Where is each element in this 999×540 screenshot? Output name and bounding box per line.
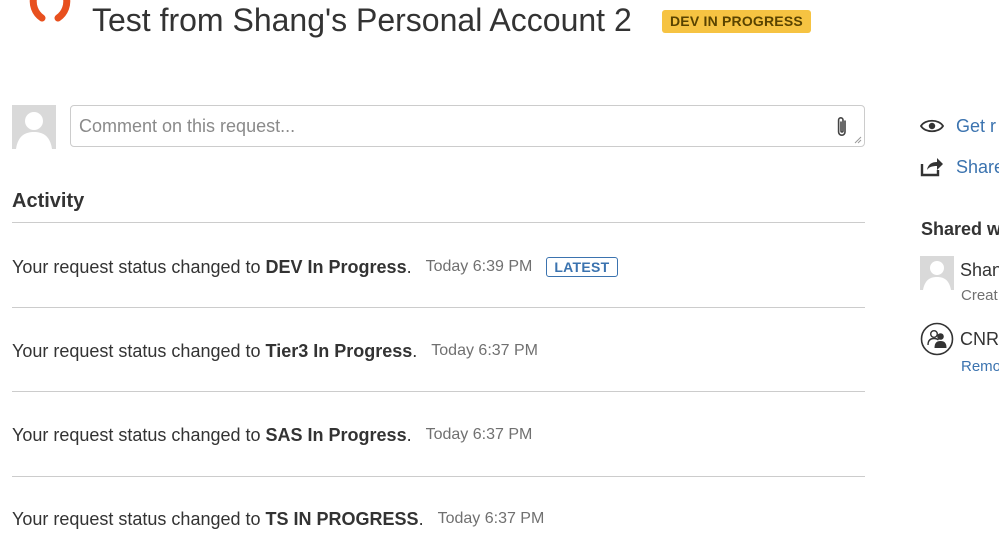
participant-name: CNR xyxy=(960,329,999,349)
resize-handle-icon[interactable] xyxy=(854,136,862,144)
eye-icon xyxy=(920,119,944,133)
page-title: Test from Shang's Personal Account 2 xyxy=(92,2,632,38)
activity-message: Your request status changed to xyxy=(12,424,261,445)
remove-participant-link[interactable]: Remo xyxy=(961,358,999,375)
activity-time: Today 6:37 PM xyxy=(425,426,533,443)
activity-message: Your request status changed to xyxy=(12,256,261,277)
latest-badge: LATEST xyxy=(546,257,618,277)
participant-role: Creat xyxy=(961,287,998,304)
activity-status: DEV In Progress xyxy=(265,256,407,277)
activity-time: Today 6:37 PM xyxy=(437,510,545,527)
divider xyxy=(12,222,865,223)
share-label[interactable]: Share xyxy=(956,157,999,178)
activity-time: Today 6:39 PM xyxy=(425,258,533,275)
activity-status: Tier3 In Progress xyxy=(265,340,413,361)
share-icon xyxy=(920,158,943,177)
activity-item: Your request status changed to SAS In Pr… xyxy=(12,424,533,445)
get-notifications-link[interactable]: Get r xyxy=(920,113,996,139)
activity-status: TS IN PROGRESS xyxy=(265,508,419,529)
activity-item: Your request status changed to TS IN PRO… xyxy=(12,508,545,529)
activity-item: Your request status changed to DEV In Pr… xyxy=(12,253,618,281)
comment-input[interactable] xyxy=(71,106,864,146)
participant-name: Shan xyxy=(960,260,999,280)
share-link[interactable]: Share xyxy=(920,154,999,180)
activity-status: SAS In Progress xyxy=(265,424,407,445)
activity-item: Your request status changed to Tier3 In … xyxy=(12,340,539,361)
activity-message: Your request status changed to xyxy=(12,508,261,529)
participant-avatar xyxy=(920,256,954,290)
divider xyxy=(12,307,865,308)
divider xyxy=(12,391,865,392)
organization-icon xyxy=(920,322,954,356)
shared-with-heading: Shared w xyxy=(921,219,999,239)
paperclip-icon[interactable] xyxy=(834,115,850,139)
user-avatar xyxy=(12,105,56,149)
app-logo xyxy=(29,0,71,22)
divider xyxy=(12,476,865,477)
get-notifications-label[interactable]: Get r xyxy=(956,116,996,137)
activity-message: Your request status changed to xyxy=(12,340,261,361)
activity-heading: Activity xyxy=(12,190,85,212)
status-badge: DEV IN PROGRESS xyxy=(662,10,811,33)
activity-time: Today 6:37 PM xyxy=(431,342,539,359)
comment-box[interactable] xyxy=(70,105,865,147)
